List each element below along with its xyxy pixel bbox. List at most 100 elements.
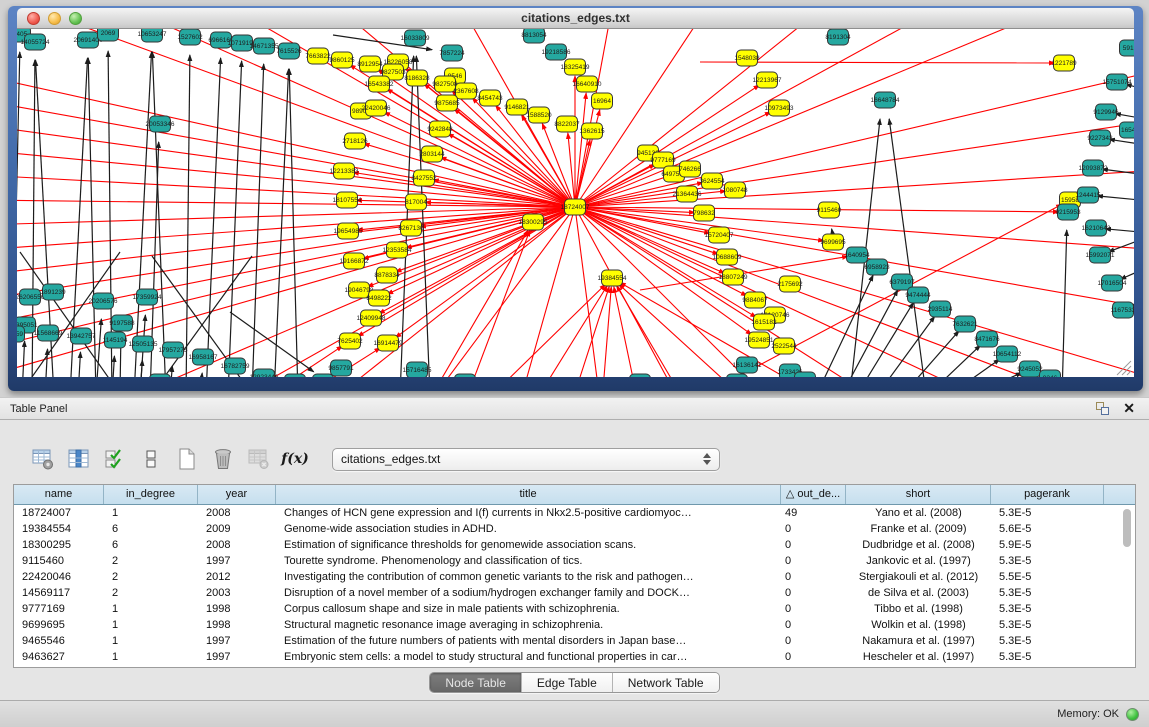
graph-node[interactable]: 18300295: [519, 214, 548, 230]
graph-edge[interactable]: [228, 61, 242, 377]
graph-node[interactable]: 12353584: [383, 242, 412, 258]
graph-node[interactable]: 1244415: [1075, 187, 1101, 203]
tab-edge-table[interactable]: Edge Table: [522, 673, 613, 692]
graph-node[interactable]: 798632: [693, 205, 715, 221]
graph-node[interactable]: 12213383: [330, 163, 359, 179]
graph-node[interactable]: 7615526: [276, 43, 302, 59]
graph-edge[interactable]: [602, 287, 611, 377]
graph-edge[interactable]: [617, 286, 685, 377]
graph-node[interactable]: 817004: [405, 194, 427, 210]
graph-node[interactable]: 7625402: [337, 333, 363, 349]
graph-node[interactable]: 12923446: [250, 369, 279, 377]
graph-node[interactable]: 9699695: [820, 234, 846, 250]
graph-node[interactable]: 39159: [17, 326, 25, 342]
graph-node[interactable]: 1548038: [734, 50, 760, 66]
graph-edge[interactable]: [17, 207, 575, 377]
graph-node[interactable]: 8427552: [411, 170, 437, 186]
graph-node[interactable]: 1167533: [1111, 302, 1134, 318]
graph-node[interactable]: 18921: [795, 372, 816, 377]
graph-edge[interactable]: [840, 290, 898, 377]
graph-edge[interactable]: [22, 341, 25, 377]
network-view-window[interactable]: citations_edges.txt 14051405572420691406…: [8, 6, 1143, 391]
graph-node[interactable]: 12505135: [129, 336, 158, 352]
graph-edge[interactable]: [485, 284, 606, 377]
graph-node[interactable]: 18807249: [719, 269, 748, 285]
table-row[interactable]: 1938455462009Genome-wide association stu…: [14, 521, 1135, 537]
delete-table-icon[interactable]: [246, 446, 272, 472]
graph-node[interactable]: 1891239: [40, 284, 66, 300]
graph-node[interactable]: 10654112: [993, 346, 1022, 362]
graph-node[interactable]: 10688609: [713, 249, 742, 265]
graph-node[interactable]: 9861: [285, 374, 306, 377]
column-header-name[interactable]: name: [14, 485, 104, 504]
row-height-icon[interactable]: [138, 446, 164, 472]
graph-edge[interactable]: [815, 275, 873, 377]
graph-node[interactable]: 16545: [1120, 122, 1135, 138]
graph-edge[interactable]: [289, 69, 298, 377]
graph-node[interactable]: 8186328: [404, 70, 430, 86]
graph-edge[interactable]: [112, 356, 114, 377]
graph-edge[interactable]: [186, 55, 190, 377]
table-row[interactable]: 1872400712008Changes of HCN gene express…: [14, 505, 1135, 521]
graph-node[interactable]: 10973493: [765, 100, 794, 116]
graph-edge[interactable]: [430, 207, 575, 377]
graph-edge[interactable]: [575, 93, 586, 207]
graph-edge[interactable]: [614, 287, 638, 377]
graph-edge[interactable]: [353, 172, 575, 207]
graph-node[interactable]: 16210643: [1082, 220, 1111, 236]
graph-node[interactable]: 1145194: [103, 332, 128, 348]
graph-node[interactable]: 2935114: [928, 301, 953, 317]
graph-node[interactable]: 8498222: [366, 290, 392, 306]
graph-node[interactable]: 9227343: [1087, 130, 1113, 146]
table-row[interactable]: 946362711997Embryonic stem cells: a mode…: [14, 649, 1135, 665]
graph-node[interactable]: 5919: [1120, 40, 1135, 56]
graph-node[interactable]: 12571: [150, 374, 171, 377]
graph-node[interactable]: 8813054: [521, 29, 547, 43]
graph-edge[interactable]: [1062, 230, 1067, 377]
graph-node[interactable]: 1615182: [751, 314, 777, 330]
graph-node[interactable]: 19166872: [340, 253, 369, 269]
column-header-short[interactable]: short: [846, 485, 991, 504]
new-column-icon[interactable]: [174, 446, 200, 472]
graph-node[interactable]: 18107554: [333, 192, 362, 208]
graph-edge[interactable]: [17, 207, 575, 250]
graph-edge[interactable]: [855, 303, 913, 377]
graph-edge[interactable]: [575, 170, 1134, 207]
graph-node[interactable]: 1588520: [526, 107, 552, 123]
network-window-titlebar[interactable]: citations_edges.txt: [17, 8, 1134, 29]
graph-node[interactable]: 9129946: [1093, 104, 1119, 120]
graph-node[interactable]: 12213967: [753, 72, 782, 88]
graph-edge[interactable]: [619, 284, 748, 377]
table-row[interactable]: 946554611997Estimation of the future num…: [14, 633, 1135, 649]
graph-node[interactable]: 1362615: [579, 123, 605, 139]
tab-node-table[interactable]: Node Table: [430, 673, 522, 692]
graph-node[interactable]: 19384554: [598, 270, 627, 286]
graph-edge[interactable]: [575, 207, 600, 377]
graph-node[interactable]: 19245: [630, 374, 651, 377]
graph-node[interactable]: 12409948: [357, 310, 386, 326]
graph-node[interactable]: 7857224: [439, 45, 465, 61]
graph-node[interactable]: 7632621: [952, 316, 978, 332]
graph-edge[interactable]: [78, 352, 80, 377]
table-vertical-scrollbar[interactable]: [1121, 507, 1133, 665]
graph-node[interactable]: 11568669: [34, 325, 63, 341]
graph-node[interactable]: 19524851: [745, 332, 774, 348]
graph-node[interactable]: 18325419: [561, 59, 590, 75]
graph-node[interactable]: 1640954: [844, 247, 870, 263]
function-builder-icon[interactable]: f(x): [282, 446, 308, 472]
graph-node[interactable]: 16782759: [221, 358, 250, 374]
table-row[interactable]: 969969511998Structural magnetic resonanc…: [14, 617, 1135, 633]
graph-edge[interactable]: [575, 29, 810, 207]
table-row[interactable]: 2242004622012Investigating the contribut…: [14, 569, 1135, 585]
graph-node[interactable]: 3624554: [699, 173, 725, 189]
graph-node[interactable]: 9474444: [905, 287, 931, 303]
tab-network-table[interactable]: Network Table: [613, 673, 719, 692]
graph-node[interactable]: 2367608: [453, 83, 479, 99]
graph-node[interactable]: 8454743: [477, 90, 503, 106]
graph-edge[interactable]: [620, 282, 828, 377]
graph-node[interactable]: 18724007: [561, 199, 590, 215]
column-header-title[interactable]: title: [276, 485, 781, 504]
graph-edge[interactable]: [575, 29, 1030, 207]
table-row[interactable]: 911546021997Tourette syndrome. Phenomeno…: [14, 553, 1135, 569]
table-row[interactable]: 1456911722003Disruption of a novel membe…: [14, 585, 1135, 601]
